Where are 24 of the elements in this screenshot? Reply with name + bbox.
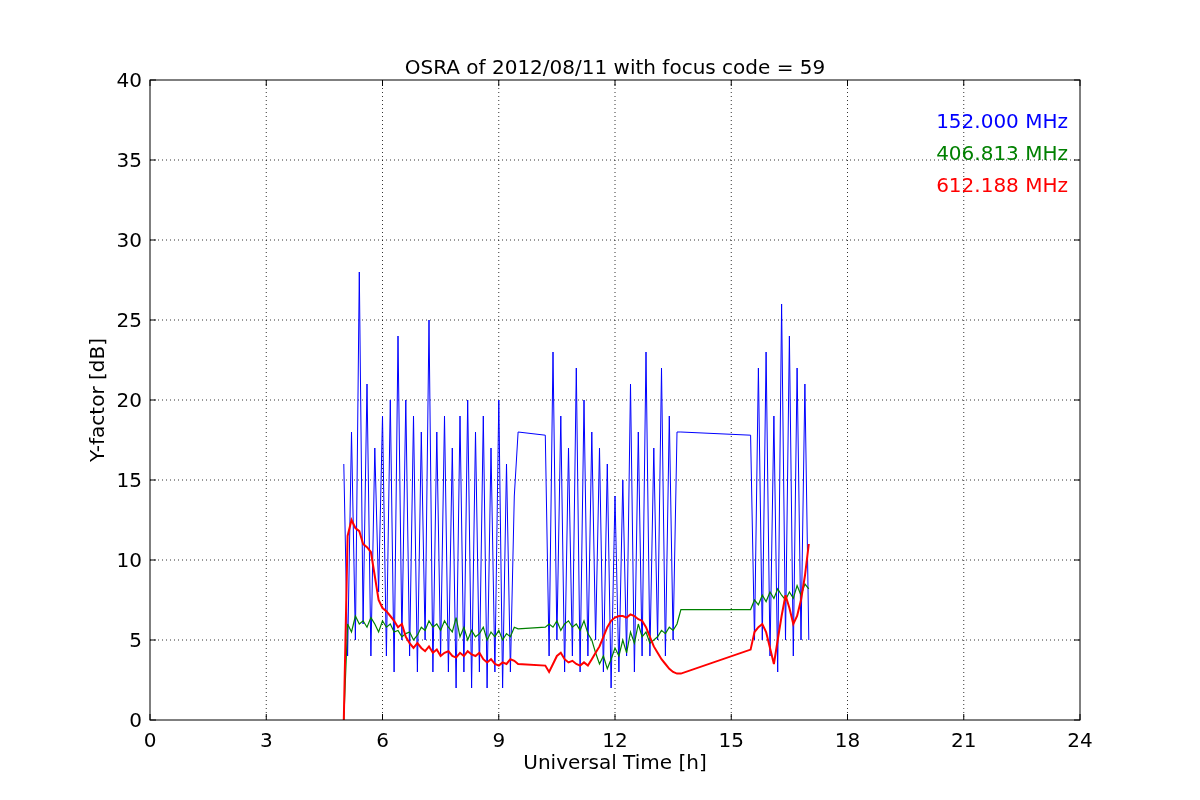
tick-label: 40 xyxy=(116,68,142,92)
legend-label: 406.813 MHz xyxy=(936,141,1068,165)
tick-label: 18 xyxy=(834,728,861,752)
chart-title: OSRA of 2012/08/11 with focus code = 59 xyxy=(404,55,826,79)
tick-label: 15 xyxy=(116,468,142,492)
tick-label: 24 xyxy=(1067,728,1093,752)
tick-label: 0 xyxy=(129,708,142,732)
tick-label: 3 xyxy=(259,728,273,752)
axis-label: Y-factor [dB] xyxy=(85,338,109,462)
tick-label: 30 xyxy=(116,228,142,252)
tick-label: 20 xyxy=(116,388,142,412)
tick-label: 6 xyxy=(376,728,389,752)
tick-label: 9 xyxy=(492,728,506,752)
tick-label: 10 xyxy=(116,548,142,572)
axis-label: Universal Time [h] xyxy=(523,750,707,774)
tick-label: 25 xyxy=(116,308,142,332)
tick-label: 21 xyxy=(951,728,977,752)
tick-label: 15 xyxy=(718,728,744,752)
tick-label: 0 xyxy=(143,728,157,752)
tick-label: 12 xyxy=(602,728,628,752)
tick-label: 5 xyxy=(129,628,142,652)
legend-label: 152.000 MHz xyxy=(936,109,1068,133)
tick-label: 35 xyxy=(116,148,142,172)
legend-label: 612.188 MHz xyxy=(936,173,1068,197)
